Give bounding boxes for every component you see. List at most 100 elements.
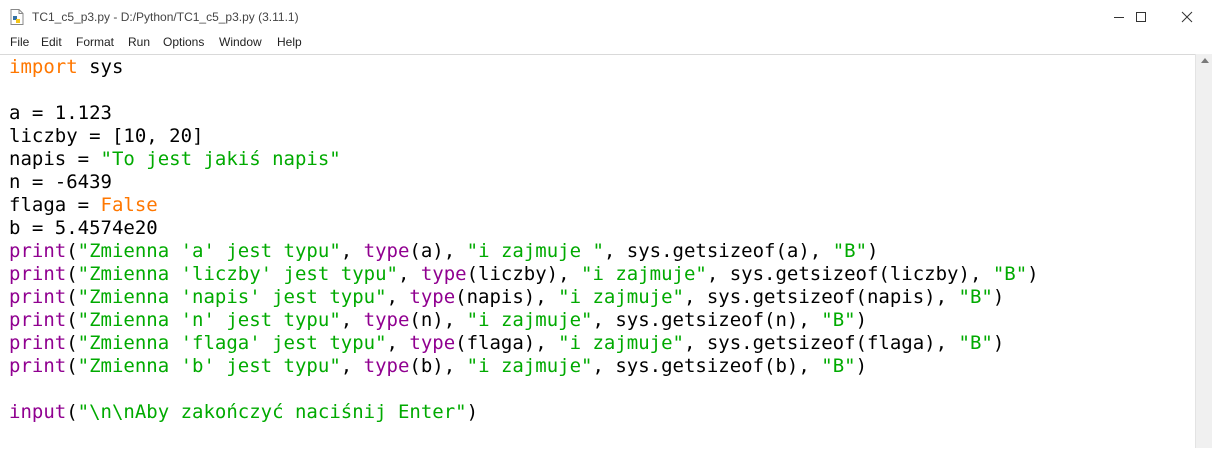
code-token: (flaga), [455, 332, 559, 354]
string-token: "i zajmuje" [466, 309, 593, 331]
code-line[interactable]: print("Zmienna 'a' jest typu", type(a), … [9, 240, 1039, 263]
code-line[interactable]: n = -6439 [9, 171, 1039, 194]
title-bar: TC1_c5_p3.py - D:/Python/TC1_c5_p3.py (3… [0, 0, 1212, 34]
builtin-token: type [409, 286, 456, 308]
builtin-token: type [363, 355, 410, 377]
string-token: "B" [992, 263, 1028, 285]
code-line[interactable]: liczby = [10, 20] [9, 125, 1039, 148]
code-token: ( [66, 286, 78, 308]
string-token: "B" [821, 309, 856, 331]
code-line[interactable]: input("\n\nAby zakończyć naciśnij Enter"… [9, 401, 1039, 424]
code-token: ( [66, 240, 78, 262]
code-token: sys [77, 56, 124, 78]
code-text[interactable]: import sys a = 1.123 liczby = [10, 20] nap… [9, 56, 1039, 424]
code-token: ( [66, 332, 78, 354]
menu-run[interactable]: Run [128, 35, 150, 49]
maximize-button[interactable] [1118, 0, 1164, 34]
code-line[interactable]: print("Zmienna 'n' jest typu", type(n), … [9, 309, 1039, 332]
code-token: ) [992, 332, 1005, 354]
menu-format[interactable]: Format [76, 35, 114, 49]
code-token: , sys.getsizeof(n), [592, 309, 822, 331]
code-token: , [340, 355, 364, 377]
builtin-token: type [363, 309, 410, 331]
close-button[interactable] [1164, 0, 1210, 34]
code-token: ( [66, 263, 78, 285]
string-token: "B" [958, 286, 993, 308]
string-token: "i zajmuje" [466, 355, 593, 377]
code-token: (b), [409, 355, 467, 377]
code-line[interactable] [9, 79, 1039, 102]
code-token: , [386, 286, 410, 308]
code-token: , [340, 309, 364, 331]
builtin-token: type [420, 263, 467, 285]
string-token: "i zajmuje" [558, 332, 684, 354]
code-line[interactable]: napis = "To jest jakiś napis" [9, 148, 1039, 171]
code-token: ) [992, 286, 1005, 308]
menu-edit[interactable]: Edit [41, 35, 62, 49]
code-token: n = -6439 [9, 171, 112, 193]
string-token: "To jest jakiś napis" [100, 148, 341, 170]
code-token: ) [855, 355, 868, 377]
string-token: "Zmienna 'liczby' jest typu" [77, 263, 398, 285]
code-token: ) [466, 401, 479, 423]
code-token: , sys.getsizeof(a), [603, 240, 833, 262]
builtin-token: print [9, 263, 67, 285]
builtin-token: print [9, 332, 67, 354]
builtin-token: type [363, 240, 410, 262]
code-line[interactable]: import sys [9, 56, 1039, 79]
code-token: ( [66, 309, 78, 331]
string-token: "Zmienna 'flaga' jest typu" [77, 332, 387, 354]
code-line[interactable]: b = 5.4574e20 [9, 217, 1039, 240]
code-token: (napis), [455, 286, 559, 308]
code-token: ) [1027, 263, 1039, 285]
code-token: b = 5.4574e20 [9, 217, 158, 239]
string-token: "Zmienna 'b' jest typu" [77, 355, 341, 377]
string-token: "B" [958, 332, 993, 354]
scroll-up-arrow-icon[interactable] [1201, 58, 1209, 63]
code-line[interactable] [9, 378, 1039, 401]
string-token: "i zajmuje " [466, 240, 604, 262]
keyword-token: False [100, 194, 158, 216]
keyword-token: import [9, 56, 78, 78]
string-token: "i zajmuje" [581, 263, 707, 285]
menu-help[interactable]: Help [277, 35, 302, 49]
menu-file[interactable]: File [10, 35, 29, 49]
code-line[interactable]: print("Zmienna 'b' jest typu", type(b), … [9, 355, 1039, 378]
code-token: (liczby), [466, 263, 581, 285]
code-line[interactable]: print("Zmienna 'napis' jest typu", type(… [9, 286, 1039, 309]
code-token: ( [66, 401, 78, 423]
window-title: TC1_c5_p3.py - D:/Python/TC1_c5_p3.py (3… [32, 10, 299, 24]
string-token: "B" [832, 240, 868, 262]
builtin-token: type [409, 332, 456, 354]
close-icon [1181, 11, 1193, 23]
code-token: liczby = [10, 20] [9, 125, 204, 147]
code-token: , [340, 240, 364, 262]
code-line[interactable]: print("Zmienna 'flaga' jest typu", type(… [9, 332, 1039, 355]
string-token: "Zmienna 'n' jest typu" [77, 309, 341, 331]
code-token: , sys.getsizeof(napis), [683, 286, 959, 308]
code-line[interactable]: flaga = False [9, 194, 1039, 217]
code-token: , sys.getsizeof(b), [592, 355, 822, 377]
code-token: ) [855, 309, 868, 331]
builtin-token: print [9, 355, 67, 377]
code-line[interactable]: print("Zmienna 'liczby' jest typu", type… [9, 263, 1039, 286]
builtin-token: print [9, 240, 67, 262]
string-token: "B" [821, 355, 856, 377]
string-token: "Zmienna 'napis' jest typu" [77, 286, 387, 308]
menu-window[interactable]: Window [219, 35, 262, 49]
string-token: "i zajmuje" [558, 286, 684, 308]
code-token: a = 1.123 [9, 102, 112, 124]
code-token: ) [867, 240, 879, 262]
builtin-token: input [9, 401, 67, 423]
code-token: napis = [9, 148, 101, 170]
code-token: (a), [409, 240, 467, 262]
python-file-icon [10, 9, 24, 25]
code-token: , [397, 263, 421, 285]
menu-options[interactable]: Options [163, 35, 204, 49]
code-line[interactable]: a = 1.123 [9, 102, 1039, 125]
vertical-scrollbar[interactable] [1195, 54, 1212, 448]
builtin-token: print [9, 309, 67, 331]
menu-bar: File Edit Format Run Options Window Help [0, 34, 1212, 54]
string-token: "Zmienna 'a' jest typu" [77, 240, 341, 262]
code-token: flaga = [9, 194, 101, 216]
